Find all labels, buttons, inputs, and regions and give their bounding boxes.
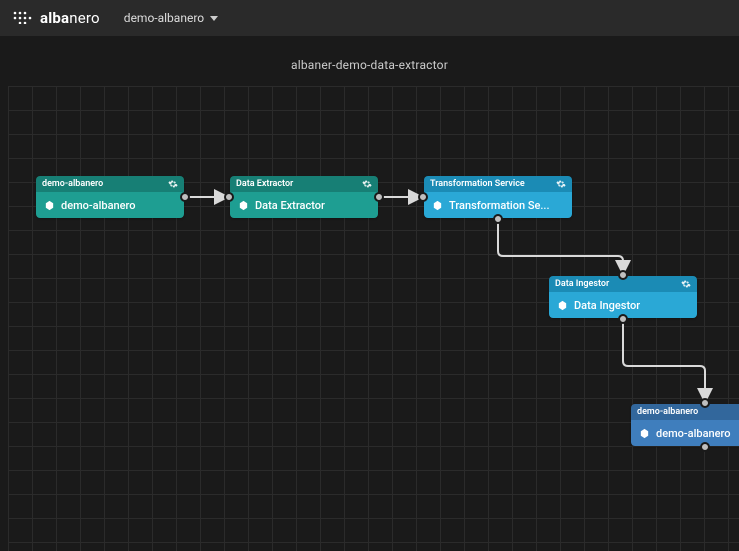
node-header-label: demo-albanero: [42, 179, 103, 189]
brand-text: albanero: [40, 9, 100, 27]
node-body-label: Transformation Se...: [449, 199, 550, 212]
port-in[interactable]: [224, 192, 234, 202]
node-demo-albanero-source[interactable]: demo-albanero demo-albanero: [36, 176, 184, 218]
brand-logo: albanero: [12, 9, 100, 28]
node-header-label: demo-albanero: [637, 407, 698, 417]
gear-icon[interactable]: [681, 279, 691, 289]
gear-icon[interactable]: [556, 179, 566, 189]
port-in[interactable]: [618, 270, 628, 280]
port-in[interactable]: [700, 398, 710, 408]
node-data-extractor[interactable]: Data Extractor Data Extractor: [230, 176, 378, 218]
node-header-label: Data Extractor: [236, 179, 293, 189]
port-in[interactable]: [418, 192, 428, 202]
app-header: albanero demo-albanero: [0, 0, 739, 36]
connectors-layer: [8, 86, 739, 551]
port-out[interactable]: [493, 214, 503, 224]
hexagon-icon: [432, 200, 443, 211]
port-out[interactable]: [618, 314, 628, 324]
gear-icon[interactable]: [168, 179, 178, 189]
port-out[interactable]: [374, 192, 384, 202]
hexagon-icon: [44, 200, 55, 211]
hexagon-icon: [557, 300, 568, 311]
hexagon-icon: [639, 428, 650, 439]
flow-canvas[interactable]: demo-albanero demo-albanero Data Extract…: [8, 86, 739, 551]
node-data-ingestor[interactable]: Data Ingestor Data Ingestor: [549, 276, 697, 318]
workspace-selector[interactable]: demo-albanero: [124, 11, 218, 25]
node-header-label: Transformation Service: [430, 179, 525, 189]
node-body-label: demo-albanero: [61, 199, 136, 212]
workspace-selected-label: demo-albanero: [124, 11, 204, 25]
node-demo-albanero-dest[interactable]: demo-albanero demo-albanero: [631, 404, 739, 446]
flow-title: albaner-demo-data-extractor: [0, 58, 739, 72]
logo-dots-icon: [12, 9, 34, 28]
node-body-label: Data Ingestor: [574, 299, 640, 312]
node-body-label: Data Extractor: [255, 199, 325, 212]
node-header-label: Data Ingestor: [555, 279, 609, 289]
canvas-area: albaner-demo-data-extractor demo-albaner…: [0, 36, 739, 551]
node-body-label: demo-albanero: [656, 427, 731, 440]
gear-icon[interactable]: [362, 179, 372, 189]
port-out[interactable]: [180, 192, 190, 202]
hexagon-icon: [238, 200, 249, 211]
port-out[interactable]: [700, 442, 710, 452]
node-transformation-service[interactable]: Transformation Service Transformation Se…: [424, 176, 572, 218]
caret-down-icon: [210, 16, 218, 21]
